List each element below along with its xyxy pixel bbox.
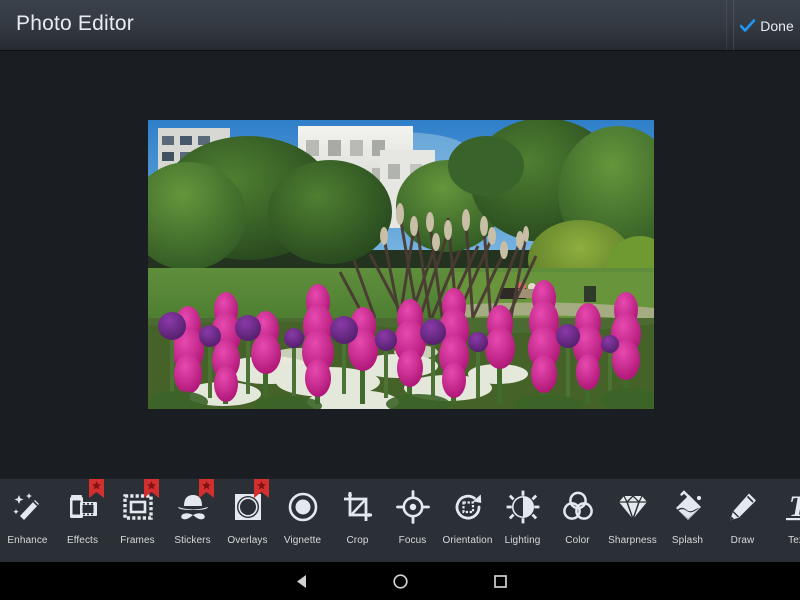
tool-label: Text	[788, 535, 800, 546]
tool-label: Orientation	[442, 535, 493, 546]
tool-item-draw[interactable]: Draw	[715, 479, 770, 562]
tool-item-vignette[interactable]: Vignette	[275, 479, 330, 562]
hat-mustache-icon	[165, 479, 220, 535]
edited-photo[interactable]	[148, 120, 654, 409]
tool-label: Crop	[346, 535, 369, 546]
diamond-icon	[605, 479, 660, 535]
tool-label: Splash	[671, 535, 704, 546]
tool-label: Stickers	[174, 535, 211, 546]
tool-item-crop[interactable]: Crop	[330, 479, 385, 562]
android-navigation-bar	[0, 562, 800, 600]
tool-item-enhance[interactable]: Enhance	[0, 479, 55, 562]
home-icon	[392, 573, 409, 590]
done-label: Done	[760, 17, 794, 34]
recents-button[interactable]	[470, 562, 530, 600]
tool-item-overlays[interactable]: Overlays	[220, 479, 275, 562]
text-t-icon: T	[770, 479, 800, 535]
app-header: Photo Editor Done	[0, 0, 800, 51]
brightness-sun-icon	[495, 479, 550, 535]
tool-label: Effects	[66, 535, 99, 546]
page-title: Photo Editor	[16, 12, 134, 35]
tool-label: Color	[565, 535, 590, 546]
check-icon	[740, 18, 756, 33]
focus-target-icon	[385, 479, 440, 535]
tool-item-effects[interactable]: Effects	[55, 479, 110, 562]
tool-item-frames[interactable]: Frames	[110, 479, 165, 562]
tool-label: Lighting	[504, 535, 541, 546]
header-divider-outer	[726, 0, 727, 51]
recents-icon	[492, 573, 509, 590]
paint-splash-icon	[660, 479, 715, 535]
home-button[interactable]	[370, 562, 430, 600]
tool-item-text[interactable]: T Text	[770, 479, 800, 562]
photo-canvas[interactable]	[0, 51, 800, 478]
tool-label: Sharpness	[608, 535, 657, 546]
film-roll-icon	[55, 479, 110, 535]
color-circles-icon	[550, 479, 605, 535]
back-icon	[294, 573, 311, 590]
editor-toolbar[interactable]: Enhance Effects Frames Stickers Overlays…	[0, 478, 800, 562]
tool-label: Draw	[730, 535, 755, 546]
back-button[interactable]	[272, 562, 332, 600]
vignette-icon	[275, 479, 330, 535]
crop-icon	[330, 479, 385, 535]
tool-item-lighting[interactable]: Lighting	[495, 479, 550, 562]
tool-item-splash[interactable]: Splash	[660, 479, 715, 562]
tool-label: Overlays	[227, 535, 268, 546]
magic-wand-icon	[0, 479, 55, 535]
frame-icon	[110, 479, 165, 535]
circle-square-icon	[220, 479, 275, 535]
tool-item-sharpness[interactable]: Sharpness	[605, 479, 660, 562]
tool-label: Focus	[398, 535, 427, 546]
tool-item-stickers[interactable]: Stickers	[165, 479, 220, 562]
tool-item-orientation[interactable]: Orientation	[440, 479, 495, 562]
tool-item-focus[interactable]: Focus	[385, 479, 440, 562]
pencil-icon	[715, 479, 770, 535]
tool-strip[interactable]: Enhance Effects Frames Stickers Overlays…	[0, 479, 800, 562]
tool-label: Vignette	[283, 535, 322, 546]
tool-label: Enhance	[7, 535, 48, 546]
done-button[interactable]: Done	[734, 0, 800, 51]
photo-editor-app: Photo Editor Done Enhance Effects Frames…	[0, 0, 800, 600]
tool-item-color[interactable]: Color	[550, 479, 605, 562]
rotate-icon	[440, 479, 495, 535]
tool-label: Frames	[120, 535, 155, 546]
